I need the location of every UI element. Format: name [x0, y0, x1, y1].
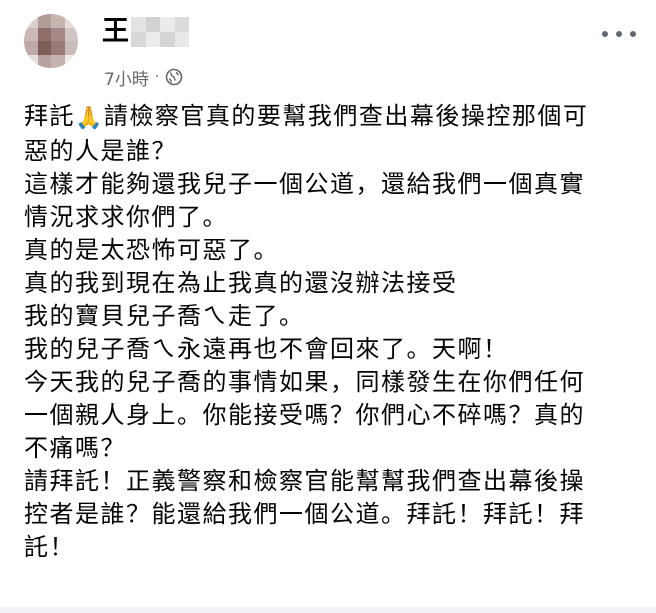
- author-avatar[interactable]: [24, 14, 78, 68]
- more-options-icon[interactable]: [602, 22, 636, 46]
- post-line: 我的寶貝兒子喬ㄟ走了。: [24, 302, 305, 330]
- globe-icon[interactable]: [165, 68, 183, 86]
- post-line: 拜託🙏請檢察官真的要幫我們查出幕後操控那個可: [24, 100, 644, 135]
- post-line: 惡的人是誰？: [24, 137, 177, 165]
- praying-hands-icon: 🙏: [75, 106, 104, 131]
- post-line: 今天我的兒子喬的事情如果，同樣發生在你們任何: [24, 368, 585, 396]
- post-line: 真的我到現在為止我真的還沒辦法接受: [24, 269, 458, 297]
- post-timestamp[interactable]: 7小時: [104, 65, 149, 90]
- post-line: 託！: [24, 533, 75, 561]
- post-line: 真的是太恐怖可惡了。: [24, 236, 279, 264]
- post-line: 一個親人身上。你能接受嗎？你們心不碎嗎？真的: [24, 401, 585, 429]
- post-line-text: 拜託: [24, 102, 75, 130]
- post-line: 情況求求你們了。: [24, 203, 228, 231]
- post-meta: 7小時 ·: [104, 64, 183, 90]
- facebook-post: 王 7小時 · 拜託🙏請檢察官真的要幫我們查出幕後操控那個可 惡的人是誰？ 這樣…: [0, 0, 656, 613]
- author-name-redacted: [131, 17, 189, 47]
- author-name-row[interactable]: 王: [102, 16, 189, 48]
- post-body: 拜託🙏請檢察官真的要幫我們查出幕後操控那個可 惡的人是誰？ 這樣才能夠還我兒子一…: [24, 100, 644, 564]
- post-line: 我的兒子喬ㄟ永遠再也不會回來了。天啊！: [24, 335, 509, 363]
- post-bottom-divider: [0, 607, 656, 613]
- post-line: 不痛嗎？: [24, 434, 126, 462]
- post-line: 這樣才能夠還我兒子一個公道，還給我們一個真實: [24, 170, 585, 198]
- post-line: 請拜託！正義警察和檢察官能幫幫我們查出幕後操: [24, 467, 585, 495]
- author-name[interactable]: 王: [102, 16, 129, 48]
- meta-separator: ·: [154, 69, 160, 85]
- post-line: 控者是誰？能還給我們一個公道。拜託！拜託！拜: [24, 500, 585, 528]
- post-line-text: 請檢察官真的要幫我們查出幕後操控那個可: [103, 102, 589, 130]
